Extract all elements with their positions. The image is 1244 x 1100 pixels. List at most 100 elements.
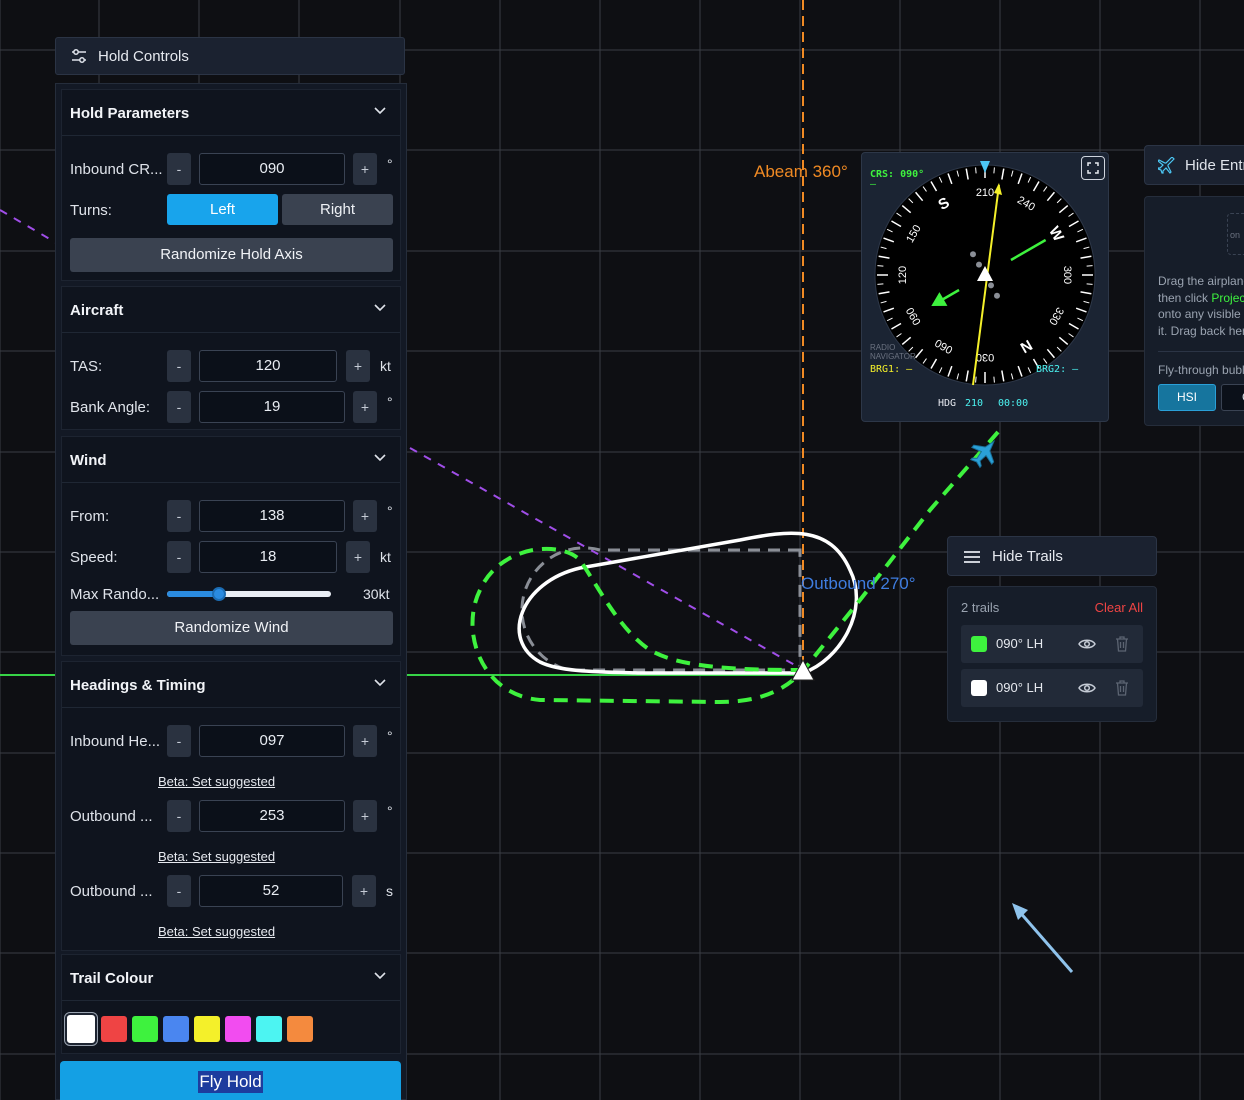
outbound-heading-increment[interactable]: +	[353, 800, 377, 832]
inbound-heading-input[interactable]: 097	[199, 725, 345, 757]
outbound-heading-unit: °	[387, 803, 393, 819]
outbound-time-decrement[interactable]: -	[167, 875, 191, 907]
tas-input[interactable]: 120	[199, 350, 337, 382]
colour-swatch[interactable]	[194, 1016, 220, 1042]
hold-parameters-header[interactable]: Hold Parameters	[62, 90, 400, 136]
inbound-crs-unit: °	[387, 156, 393, 172]
inbound-crs-increment[interactable]: +	[353, 153, 377, 185]
trash-icon[interactable]	[1115, 636, 1129, 652]
clear-all-button[interactable]: Clear All	[1095, 600, 1143, 615]
bank-angle-increment[interactable]: +	[353, 391, 377, 423]
wind-speed-decrement[interactable]: -	[167, 541, 191, 573]
entry-toggle[interactable]: on	[1227, 213, 1244, 255]
brg2-readout: BRG2: —	[1036, 364, 1079, 375]
entry-help-text: Drag the airplane then click Projec onto…	[1158, 273, 1244, 339]
colour-swatch[interactable]	[101, 1016, 127, 1042]
aircraft-section: Aircraft TAS: - 120 + kt Bank Angle: - 1…	[61, 286, 401, 430]
outbound-time-unit: s	[386, 883, 393, 899]
eye-icon[interactable]	[1078, 682, 1096, 694]
wind-from-label: From:	[70, 508, 110, 525]
inbound-heading-unit: °	[387, 728, 393, 744]
outbound-time-increment[interactable]: +	[352, 875, 376, 907]
compass-tick	[975, 167, 977, 174]
deviation-dot	[994, 292, 1000, 299]
trail-colour-swatches	[62, 997, 400, 1055]
bank-angle-label: Bank Angle:	[70, 399, 151, 416]
colour-swatch[interactable]	[67, 1015, 95, 1043]
tas-unit: kt	[380, 358, 391, 374]
headings-timing-title: Headings & Timing	[70, 677, 206, 694]
compass-tick	[877, 283, 884, 285]
max-random-value: 30kt	[363, 586, 390, 602]
colour-swatch[interactable]	[132, 1016, 158, 1042]
help-line: Drag the airplane	[1158, 274, 1244, 288]
trail-row[interactable]: 090° LH	[961, 669, 1143, 707]
hsi-mode-button[interactable]: HSI	[1158, 384, 1216, 411]
turn-right-button[interactable]: Right	[282, 194, 393, 225]
inbound-heading-suggest-link[interactable]: Beta: Set suggested	[158, 774, 275, 789]
wind-from-decrement[interactable]: -	[167, 500, 191, 532]
randomize-hold-axis-button[interactable]: Randomize Hold Axis	[70, 238, 393, 272]
wind-from-unit: °	[387, 503, 393, 519]
other-mode-button[interactable]: C	[1221, 384, 1244, 411]
colour-swatch[interactable]	[163, 1016, 189, 1042]
tas-decrement[interactable]: -	[167, 350, 191, 382]
help-text: then click	[1158, 290, 1212, 305]
inbound-crs-label: Inbound CR...	[70, 161, 163, 178]
compass-tick	[1086, 265, 1093, 267]
wind-line-2	[409, 447, 801, 669]
outbound-time-suggest-link[interactable]: Beta: Set suggested	[158, 924, 275, 939]
wind-speed-label: Speed:	[70, 549, 118, 566]
fly-hold-button[interactable]: Fly Hold	[60, 1061, 401, 1100]
radio-navigator-label: RADIO NAVIGATOR	[870, 343, 916, 361]
wind-header[interactable]: Wind	[62, 437, 400, 483]
aircraft-header[interactable]: Aircraft	[62, 287, 400, 333]
hide-trails-button[interactable]: Hide Trails	[947, 536, 1157, 576]
trail-colour-section: Trail Colour	[61, 954, 401, 1054]
outbound-time-input[interactable]: 52	[199, 875, 343, 907]
wind-speed-increment[interactable]: +	[346, 541, 370, 573]
slider-thumb[interactable]	[212, 587, 227, 601]
tas-increment[interactable]: +	[346, 350, 370, 382]
randomize-wind-button[interactable]: Randomize Wind	[70, 611, 393, 645]
outbound-heading-suggest-link[interactable]: Beta: Set suggested	[158, 849, 275, 864]
bank-angle-decrement[interactable]: -	[167, 391, 191, 423]
hsi-instrument-panel[interactable]: S 210 240 W 300 330 N 030 060 090 120 150 CRS: 090°…	[861, 152, 1109, 422]
inbound-heading-decrement[interactable]: -	[167, 725, 191, 757]
compass-label: 300	[1061, 266, 1073, 284]
turn-left-button[interactable]: Left	[167, 194, 278, 225]
eye-icon[interactable]	[1078, 638, 1096, 650]
inbound-crs-input[interactable]: 090	[199, 153, 345, 185]
colour-swatch[interactable]	[256, 1016, 282, 1042]
inbound-heading-increment[interactable]: +	[353, 725, 377, 757]
colour-swatch[interactable]	[225, 1016, 251, 1042]
trail-label: 090° LH	[996, 680, 1044, 695]
wind-line	[0, 209, 61, 246]
brg1-readout: BRG1: —	[870, 364, 913, 375]
headings-timing-header[interactable]: Headings & Timing	[62, 662, 400, 708]
outbound-time-label: Outbound ...	[70, 883, 153, 900]
wind-from-input[interactable]: 138	[199, 500, 345, 532]
hold-controls-toggle[interactable]: Hold Controls	[55, 37, 405, 75]
wind-speed-input[interactable]: 18	[199, 541, 337, 573]
abeam-label: Abeam 360°	[754, 162, 848, 181]
outbound-heading-input[interactable]: 253	[199, 800, 345, 832]
trail-row[interactable]: 090° LH	[961, 625, 1143, 663]
outbound-heading-decrement[interactable]: -	[167, 800, 191, 832]
project-link[interactable]: Projec	[1211, 291, 1244, 305]
hide-entry-button[interactable]: Hide Entr	[1144, 145, 1244, 185]
menu-icon	[964, 551, 980, 563]
expand-icon[interactable]	[1081, 156, 1105, 180]
hide-trails-label: Hide Trails	[992, 548, 1063, 565]
chevron-down-icon	[374, 107, 386, 115]
trash-icon[interactable]	[1115, 680, 1129, 696]
wind-section: Wind From: - 138 + ° Speed: - 18 + kt Ma…	[61, 436, 401, 656]
wind-from-increment[interactable]: +	[353, 500, 377, 532]
max-random-slider[interactable]	[167, 586, 331, 602]
bank-angle-input[interactable]: 19	[199, 391, 345, 423]
chevron-down-icon	[374, 454, 386, 462]
inbound-crs-decrement[interactable]: -	[167, 153, 191, 185]
colour-swatch[interactable]	[287, 1016, 313, 1042]
chevron-down-icon	[374, 304, 386, 312]
trail-colour-header[interactable]: Trail Colour	[62, 955, 400, 1001]
